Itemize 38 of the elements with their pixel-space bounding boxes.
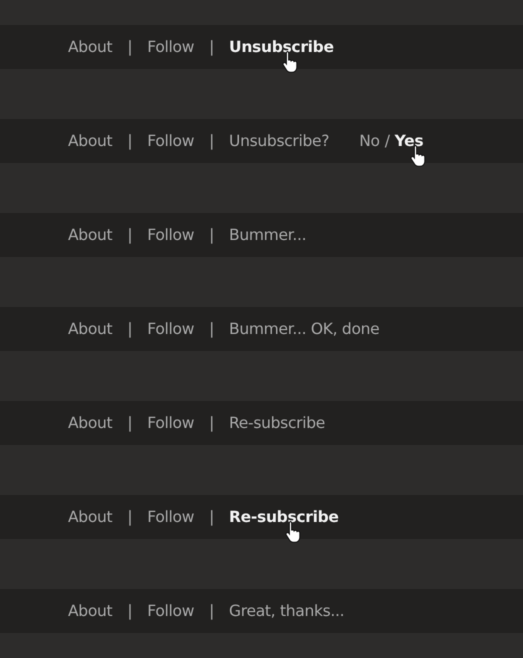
menu-link[interactable]: Follow [147,320,194,338]
status-message: Great, thanks... [229,602,344,620]
separator-text: | [127,38,132,56]
menu-link[interactable]: Yes [394,132,424,150]
menu-link[interactable]: Follow [147,508,194,526]
status-message: Bummer... [229,226,306,244]
slash-text: / [384,132,390,150]
separator-text: | [127,132,132,150]
menu-link[interactable]: Unsubscribe [229,38,334,56]
separator-text: | [127,508,132,526]
separator-text: | [209,602,214,620]
menu-link[interactable]: Follow [147,226,194,244]
menu-link[interactable]: About [68,38,112,56]
menu-link[interactable]: Re-subscribe [229,414,326,432]
separator-text: | [209,38,214,56]
menu-link[interactable]: About [68,602,112,620]
separator-text: | [127,226,132,244]
separator-text: | [127,602,132,620]
menu-link[interactable]: Follow [147,602,194,620]
status-message: Bummer... OK, done [229,320,380,338]
menu-link[interactable]: Follow [147,38,194,56]
menu-link[interactable]: About [68,226,112,244]
status-message: Unsubscribe? [229,132,330,150]
menu-link[interactable]: About [68,414,112,432]
menu-link[interactable]: Follow [147,414,194,432]
separator-text: | [127,320,132,338]
menu-link[interactable]: Follow [147,132,194,150]
separator-text: | [209,320,214,338]
separator-text: | [209,132,214,150]
separator-text: | [209,414,214,432]
menu-link[interactable]: About [68,320,112,338]
menu-link[interactable]: About [68,132,112,150]
separator-text: | [127,414,132,432]
menu-link[interactable]: About [68,508,112,526]
separator-text: | [209,226,214,244]
menu-link[interactable]: No [359,132,380,150]
separator-text: | [209,508,214,526]
menu-link[interactable]: Re-subscribe [229,508,339,526]
